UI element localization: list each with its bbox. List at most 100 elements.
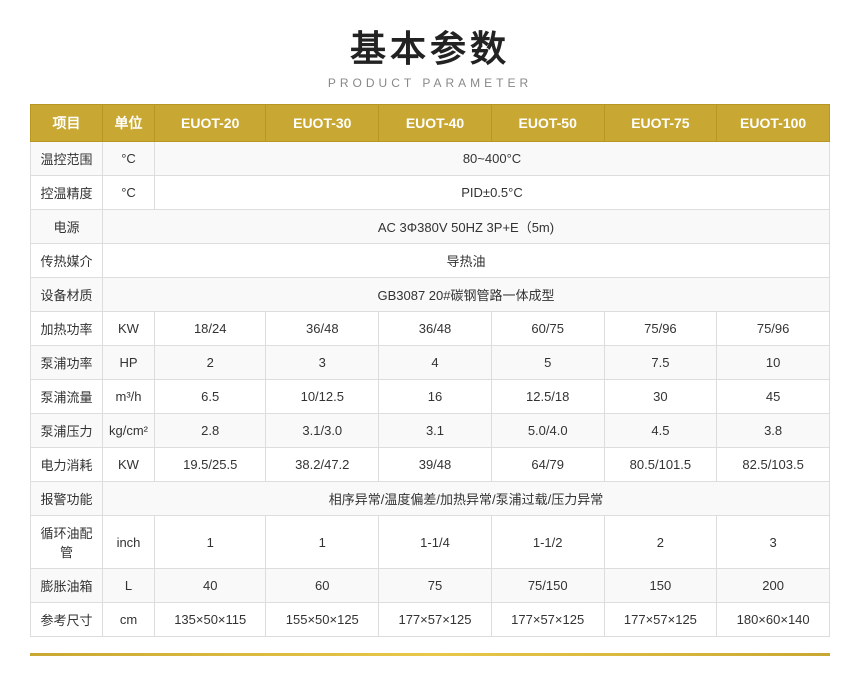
row-label: 电源 <box>31 210 103 244</box>
row-label: 电力消耗 <box>31 448 103 482</box>
header-euot100: EUOT-100 <box>717 105 830 142</box>
row-data-cell: 80.5/101.5 <box>604 448 717 482</box>
header-euot50: EUOT-50 <box>491 105 604 142</box>
row-unit: cm <box>103 603 155 637</box>
row-label: 加热功率 <box>31 312 103 346</box>
row-data-cell: 75 <box>379 569 492 603</box>
row-data-cell: 1-1/4 <box>379 516 492 569</box>
row-merged-value: 80~400°C <box>155 142 830 176</box>
row-data-cell: 180×60×140 <box>717 603 830 637</box>
row-data-cell: 3 <box>717 516 830 569</box>
row-merged-value: 相序异常/温度偏差/加热异常/泵浦过载/压力异常 <box>103 482 830 516</box>
header-euot30: EUOT-30 <box>266 105 379 142</box>
row-data-cell: 12.5/18 <box>491 380 604 414</box>
row-data-cell: 75/96 <box>604 312 717 346</box>
row-label: 报警功能 <box>31 482 103 516</box>
row-label: 温控范围 <box>31 142 103 176</box>
param-table: 项目 单位 EUOT-20 EUOT-30 EUOT-40 EUOT-50 EU… <box>30 104 830 637</box>
row-data-cell: 177×57×125 <box>491 603 604 637</box>
row-data-cell: 3.8 <box>717 414 830 448</box>
row-data-cell: 2 <box>155 346 266 380</box>
table-row: 温控范围°C80~400°C <box>31 142 830 176</box>
row-data-cell: 45 <box>717 380 830 414</box>
row-data-cell: 38.2/47.2 <box>266 448 379 482</box>
table-row: 电力消耗KW19.5/25.538.2/47.239/4864/7980.5/1… <box>31 448 830 482</box>
row-unit: °C <box>103 176 155 210</box>
header-euot75: EUOT-75 <box>604 105 717 142</box>
row-data-cell: 150 <box>604 569 717 603</box>
table-row: 泵浦流量m³/h6.510/12.51612.5/183045 <box>31 380 830 414</box>
row-merged-value: PID±0.5°C <box>155 176 830 210</box>
table-row: 电源AC 3Φ380V 50HZ 3P+E（5m) <box>31 210 830 244</box>
row-data-cell: 3.1/3.0 <box>266 414 379 448</box>
table-row: 循环油配管inch111-1/41-1/223 <box>31 516 830 569</box>
row-data-cell: 6.5 <box>155 380 266 414</box>
row-data-cell: 1 <box>155 516 266 569</box>
row-data-cell: 2.8 <box>155 414 266 448</box>
row-data-cell: 18/24 <box>155 312 266 346</box>
row-data-cell: 19.5/25.5 <box>155 448 266 482</box>
row-label: 循环油配管 <box>31 516 103 569</box>
table-row: 参考尺寸cm135×50×115155×50×125177×57×125177×… <box>31 603 830 637</box>
row-unit: kg/cm² <box>103 414 155 448</box>
row-data-cell: 155×50×125 <box>266 603 379 637</box>
table-row: 设备材质GB3087 20#碳钢管路一体成型 <box>31 278 830 312</box>
row-data-cell: 177×57×125 <box>604 603 717 637</box>
row-unit: inch <box>103 516 155 569</box>
row-merged-value: AC 3Φ380V 50HZ 3P+E（5m) <box>103 210 830 244</box>
row-label: 膨胀油箱 <box>31 569 103 603</box>
row-unit: KW <box>103 312 155 346</box>
title-section: 基本参数 PRODUCT PARAMETER <box>30 20 830 90</box>
row-merged-value: 导热油 <box>103 244 830 278</box>
table-row: 加热功率KW18/2436/4836/4860/7575/9675/96 <box>31 312 830 346</box>
row-unit: KW <box>103 448 155 482</box>
row-data-cell: 40 <box>155 569 266 603</box>
row-label: 泵浦压力 <box>31 414 103 448</box>
row-label: 传热媒介 <box>31 244 103 278</box>
row-label: 泵浦流量 <box>31 380 103 414</box>
header-unit: 单位 <box>103 105 155 142</box>
row-data-cell: 5.0/4.0 <box>491 414 604 448</box>
row-data-cell: 82.5/103.5 <box>717 448 830 482</box>
table-row: 控温精度°CPID±0.5°C <box>31 176 830 210</box>
row-unit: m³/h <box>103 380 155 414</box>
row-data-cell: 39/48 <box>379 448 492 482</box>
table-row: 传热媒介导热油 <box>31 244 830 278</box>
row-data-cell: 30 <box>604 380 717 414</box>
header-euot20: EUOT-20 <box>155 105 266 142</box>
table-row: 泵浦功率HP23457.510 <box>31 346 830 380</box>
bottom-line <box>30 653 830 656</box>
row-unit: °C <box>103 142 155 176</box>
row-label: 泵浦功率 <box>31 346 103 380</box>
row-data-cell: 4 <box>379 346 492 380</box>
row-data-cell: 1 <box>266 516 379 569</box>
row-data-cell: 7.5 <box>604 346 717 380</box>
header-item: 项目 <box>31 105 103 142</box>
row-data-cell: 4.5 <box>604 414 717 448</box>
row-data-cell: 64/79 <box>491 448 604 482</box>
row-data-cell: 135×50×115 <box>155 603 266 637</box>
row-unit: L <box>103 569 155 603</box>
row-data-cell: 1-1/2 <box>491 516 604 569</box>
page-wrapper: 基本参数 PRODUCT PARAMETER 项目 单位 EUOT-20 EUO… <box>0 0 860 686</box>
row-data-cell: 60 <box>266 569 379 603</box>
row-data-cell: 60/75 <box>491 312 604 346</box>
row-data-cell: 10/12.5 <box>266 380 379 414</box>
row-label: 设备材质 <box>31 278 103 312</box>
row-data-cell: 10 <box>717 346 830 380</box>
row-merged-value: GB3087 20#碳钢管路一体成型 <box>103 278 830 312</box>
row-label: 控温精度 <box>31 176 103 210</box>
main-title: 基本参数 <box>30 20 830 72</box>
table-row: 泵浦压力kg/cm²2.83.1/3.03.15.0/4.04.53.8 <box>31 414 830 448</box>
row-data-cell: 75/150 <box>491 569 604 603</box>
table-row: 报警功能相序异常/温度偏差/加热异常/泵浦过载/压力异常 <box>31 482 830 516</box>
row-data-cell: 3.1 <box>379 414 492 448</box>
table-header-row: 项目 单位 EUOT-20 EUOT-30 EUOT-40 EUOT-50 EU… <box>31 105 830 142</box>
row-label: 参考尺寸 <box>31 603 103 637</box>
row-data-cell: 75/96 <box>717 312 830 346</box>
row-data-cell: 5 <box>491 346 604 380</box>
row-data-cell: 3 <box>266 346 379 380</box>
sub-title: PRODUCT PARAMETER <box>30 76 830 90</box>
row-unit: HP <box>103 346 155 380</box>
row-data-cell: 177×57×125 <box>379 603 492 637</box>
